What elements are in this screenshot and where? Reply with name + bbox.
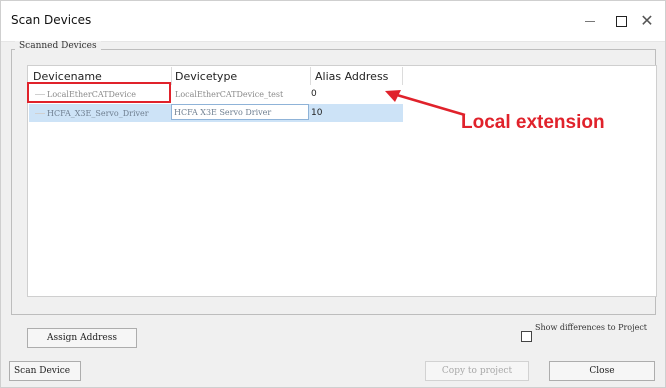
- alias-address-cell[interactable]: 10: [311, 104, 322, 122]
- close-button[interactable]: Close: [549, 361, 655, 381]
- assign-address-button[interactable]: Assign Address: [27, 328, 137, 348]
- minimize-button[interactable]: [576, 9, 604, 33]
- show-differences-checkbox[interactable]: [521, 331, 532, 342]
- table-row-selected[interactable]: HCFA_X3E_Servo_Driver HCFA X3E Servo Dri…: [29, 104, 403, 122]
- device-type-cell: LocalEtherCATDevice_test: [175, 89, 284, 99]
- scan-devices-window: Scan Devices ✕ Scanned Devices Devicenam…: [0, 0, 666, 388]
- show-differences-option[interactable]: Show differences to Project: [521, 323, 651, 347]
- arrow-icon: [385, 90, 466, 117]
- annotation-label: Local extension: [461, 112, 605, 133]
- copy-to-project-button[interactable]: Copy to project: [425, 361, 529, 381]
- group-label: Scanned Devices: [15, 41, 101, 51]
- maximize-button[interactable]: [607, 9, 635, 33]
- scan-device-button[interactable]: Scan Device: [9, 361, 81, 381]
- title-bar: Scan Devices ✕: [1, 1, 665, 42]
- window-title: Scan Devices: [11, 13, 92, 27]
- column-header-alias-address[interactable]: Alias Address: [315, 67, 403, 85]
- column-divider[interactable]: [171, 67, 172, 85]
- column-divider[interactable]: [402, 67, 403, 85]
- show-differences-label: Show differences to Project: [535, 323, 648, 332]
- minimize-icon: [585, 20, 595, 22]
- highlight-box: [27, 82, 171, 103]
- maximize-icon: [615, 15, 627, 27]
- alias-address-cell[interactable]: 0: [311, 85, 317, 103]
- close-window-button[interactable]: ✕: [633, 9, 661, 33]
- device-name-cell: HCFA_X3E_Servo_Driver: [47, 108, 149, 118]
- column-divider[interactable]: [310, 67, 311, 85]
- close-icon: ✕: [640, 11, 654, 30]
- column-header-devicetype[interactable]: Devicetype: [175, 67, 307, 85]
- tree-connector: [35, 113, 45, 114]
- device-type-cell: HCFA X3E Servo Driver: [171, 104, 309, 120]
